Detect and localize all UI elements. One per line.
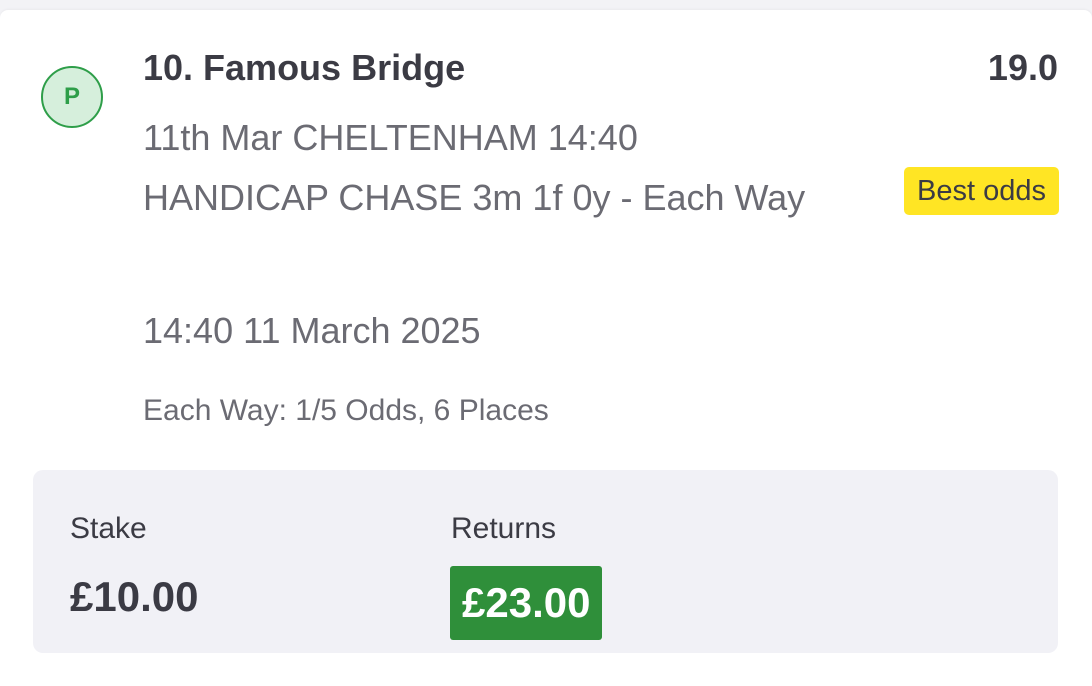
stake-label: Stake bbox=[70, 512, 147, 545]
best-odds-badge: Best odds bbox=[904, 167, 1059, 215]
stake-panel: Stake £10.00 Returns £23.00 bbox=[33, 470, 1058, 653]
event-datetime: 14:40 11 March 2025 bbox=[143, 310, 481, 351]
returns-value: £23.00 bbox=[450, 566, 603, 640]
stake-value[interactable]: £10.00 bbox=[70, 573, 198, 621]
status-badge-letter: P bbox=[63, 83, 80, 110]
returns-label: Returns bbox=[451, 512, 557, 545]
bet-slip-card: P 10. Famous Bridge 19.0 11th Mar CHELTE… bbox=[0, 10, 1092, 686]
event-description: 11th Mar CHELTENHAM 14:40 HANDICAP CHASE… bbox=[143, 117, 806, 218]
each-way-terms: Each Way: 1/5 Odds, 6 Places bbox=[143, 394, 549, 427]
odds-value[interactable]: 19.0 bbox=[988, 47, 1058, 89]
selection-title: 10. Famous Bridge bbox=[143, 47, 466, 88]
status-badge: P bbox=[41, 66, 103, 128]
